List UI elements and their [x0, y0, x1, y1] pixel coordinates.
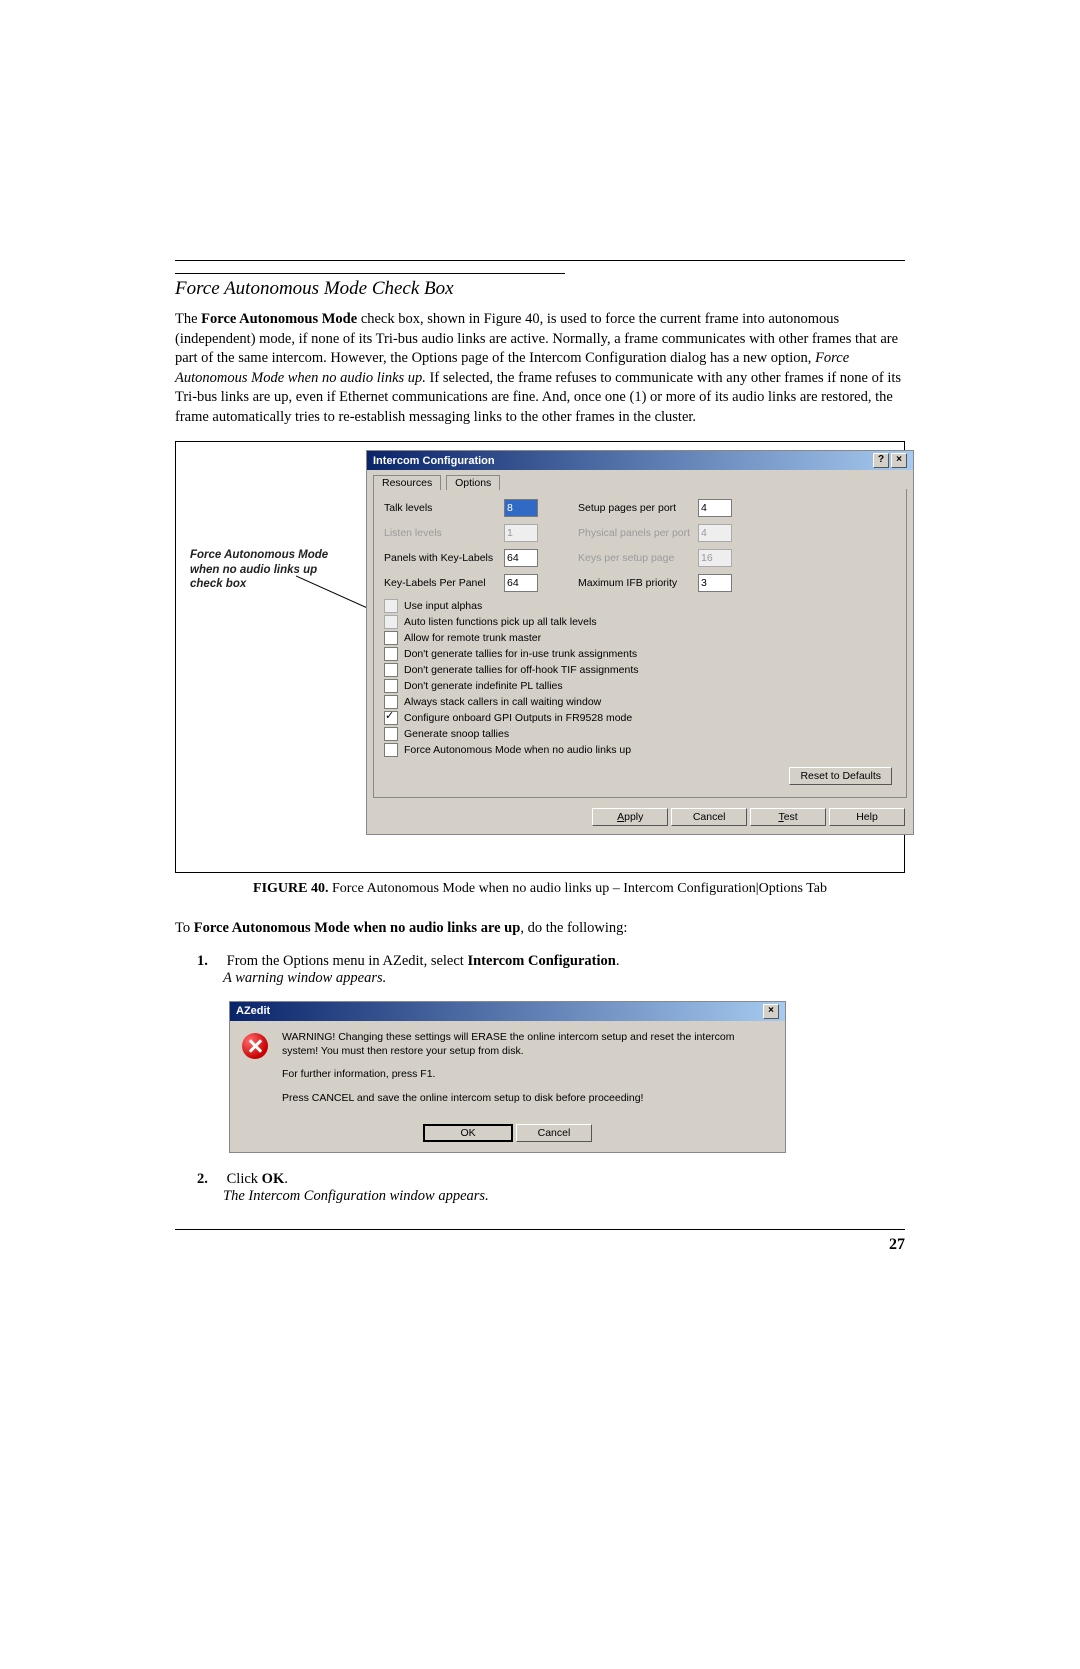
keylabels-panel-field[interactable]: 64	[504, 574, 538, 592]
cb-gpi-fr9528[interactable]	[384, 711, 398, 725]
warn-cancel-button[interactable]: Cancel	[516, 1124, 592, 1142]
cb-force-autonomous[interactable]	[384, 743, 398, 757]
instruction-lead: To Force Autonomous Mode when no audio l…	[175, 919, 905, 939]
listen-levels-field: 1	[504, 524, 538, 542]
title-rule	[175, 273, 565, 274]
lbl-keylabels-panel: Key-Labels Per Panel	[384, 577, 504, 589]
cb-no-tif-tallies[interactable]	[384, 663, 398, 677]
cb-remote-trunk[interactable]	[384, 631, 398, 645]
page-number: 27	[889, 1236, 905, 1253]
dialog-title: Intercom Configuration	[373, 455, 495, 467]
step-2: 2. Click OK. The Intercom Configuration …	[197, 1171, 905, 1205]
warn-titlebar: AZedit ×	[230, 1002, 785, 1021]
figure-40: Force Autonomous Mode when no audio link…	[175, 441, 905, 873]
intro-paragraph: The Force Autonomous Mode check box, sho…	[175, 310, 905, 427]
tab-strip: Resources Options	[367, 470, 913, 489]
lbl-panels-key: Panels with Key-Labels	[384, 552, 504, 564]
help-button[interactable]: Help	[829, 808, 905, 826]
figure-caption: FIGURE 40. Force Autonomous Mode when no…	[175, 881, 905, 897]
azedit-warning-dialog: AZedit × WARNING! Changing these setting…	[229, 1001, 786, 1153]
max-ifb-field[interactable]: 3	[698, 574, 732, 592]
warn-title: AZedit	[236, 1005, 270, 1017]
test-button[interactable]: TestTest	[750, 808, 826, 826]
cb-use-input-alphas	[384, 599, 398, 613]
setup-pages-field[interactable]: 4	[698, 499, 732, 517]
lbl-setup-pages: Setup pages per port	[578, 502, 698, 514]
keys-per-page-field: 16	[698, 549, 732, 567]
tab-options[interactable]: Options	[446, 475, 500, 490]
warn-text: WARNING! Changing these settings will ER…	[282, 1031, 773, 1116]
header-rule	[175, 260, 905, 261]
step-1: 1. From the Options menu in AZedit, sele…	[197, 953, 905, 987]
lbl-keys-per-page: Keys per setup page	[578, 552, 698, 564]
help-icon[interactable]: ?	[873, 453, 889, 468]
dialog-titlebar: Intercom Configuration ? ×	[367, 451, 913, 470]
cb-no-pl-tallies[interactable]	[384, 679, 398, 693]
cb-no-trunk-tallies[interactable]	[384, 647, 398, 661]
panels-key-field[interactable]: 64	[504, 549, 538, 567]
talk-levels-field[interactable]: 8	[504, 499, 538, 517]
cb-snoop-tallies[interactable]	[384, 727, 398, 741]
lbl-max-ifb: Maximum IFB priority	[578, 577, 698, 589]
lbl-listen-levels: Listen levels	[384, 527, 504, 539]
phys-panels-field: 4	[698, 524, 732, 542]
ok-button[interactable]: OK	[423, 1124, 513, 1142]
apply-button[interactable]: AApplypply	[592, 808, 668, 826]
section-title: Force Autonomous Mode Check Box	[175, 278, 905, 300]
page-footer: 27	[175, 1229, 905, 1254]
close-icon[interactable]: ×	[891, 453, 907, 468]
cancel-button[interactable]: Cancel	[671, 808, 747, 826]
lbl-phys-panels: Physical panels per port	[578, 527, 698, 539]
tab-resources[interactable]: Resources	[373, 475, 441, 490]
close-icon[interactable]: ×	[763, 1004, 779, 1019]
error-icon	[242, 1033, 268, 1059]
cb-stack-callers[interactable]	[384, 695, 398, 709]
intercom-config-dialog: Intercom Configuration ? × Resources Opt…	[366, 450, 914, 835]
callout-label: Force Autonomous Mode when no audio link…	[190, 548, 350, 591]
reset-defaults-button[interactable]: Reset to Defaults	[789, 767, 892, 785]
cb-auto-listen	[384, 615, 398, 629]
lbl-talk-levels: Talk levels	[384, 502, 504, 514]
